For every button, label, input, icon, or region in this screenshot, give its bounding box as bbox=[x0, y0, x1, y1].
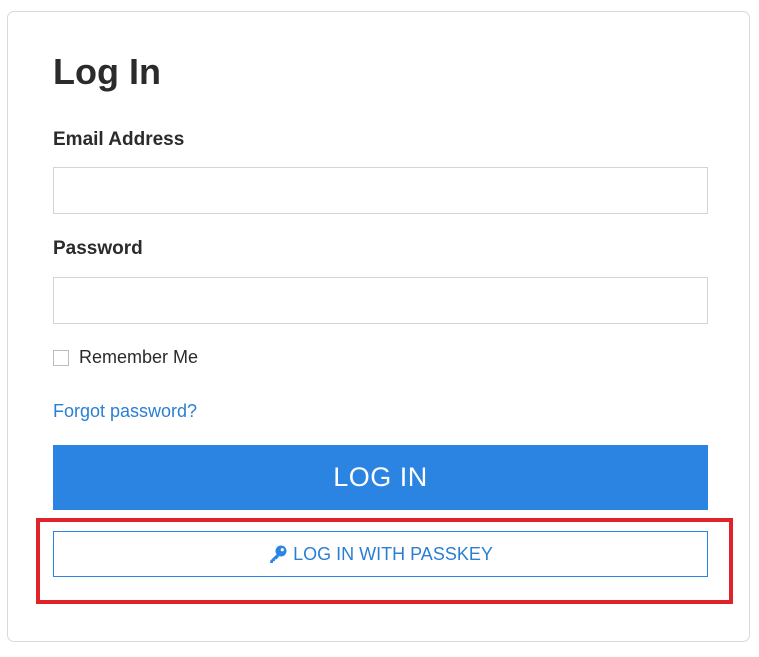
email-label: Email Address bbox=[53, 129, 185, 150]
remember-me-label: Remember Me bbox=[79, 347, 199, 367]
log-in-button[interactable]: LOG IN bbox=[53, 445, 708, 510]
page-title: Log In bbox=[53, 51, 161, 92]
key-icon bbox=[268, 544, 288, 564]
log-in-with-passkey-button[interactable]: LOG IN WITH PASSKEY bbox=[53, 531, 708, 577]
remember-me[interactable]: Remember Me bbox=[53, 347, 198, 368]
password-label: Password bbox=[53, 238, 143, 259]
login-card: Log In Email Address Password Remember M… bbox=[7, 11, 750, 642]
email-field[interactable] bbox=[53, 167, 708, 214]
password-field[interactable] bbox=[53, 277, 708, 324]
passkey-button-label: LOG IN WITH PASSKEY bbox=[293, 543, 493, 564]
forgot-password-link[interactable]: Forgot password? bbox=[53, 401, 197, 422]
remember-me-checkbox[interactable] bbox=[53, 349, 69, 366]
